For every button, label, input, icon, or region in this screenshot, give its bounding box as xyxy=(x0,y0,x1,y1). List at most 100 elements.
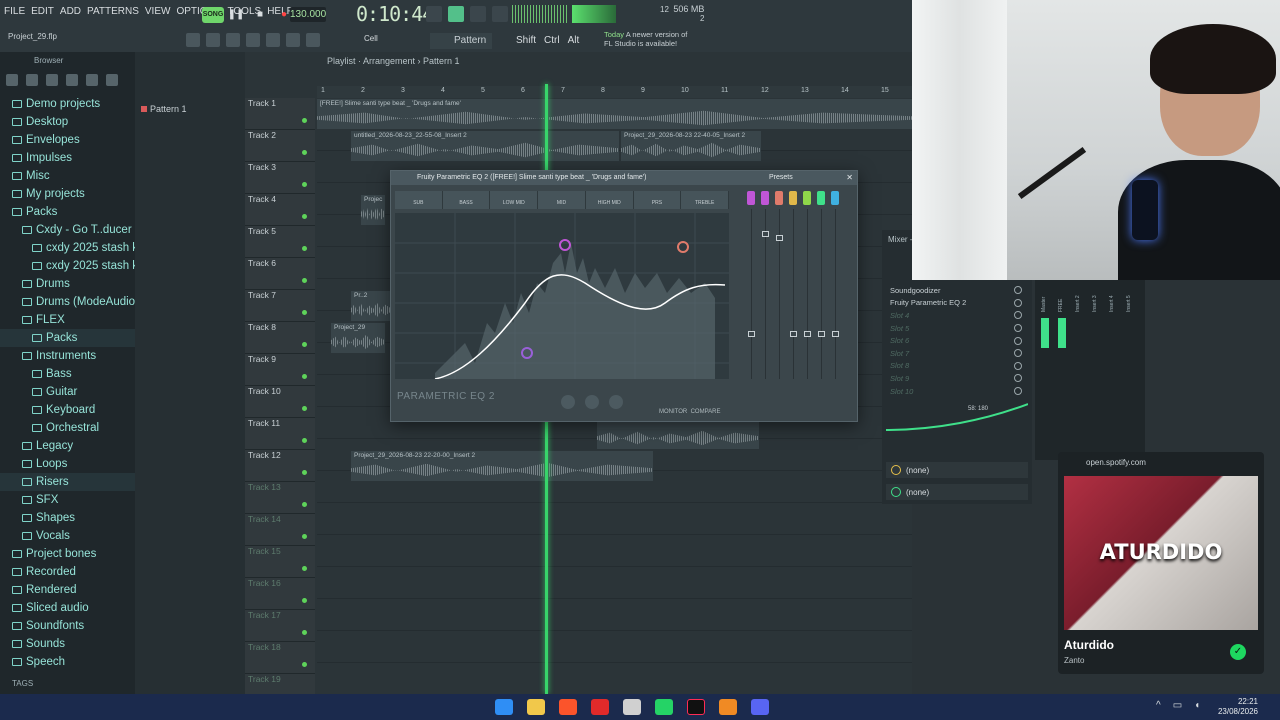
eq-band-fader[interactable] xyxy=(789,191,799,391)
menu-view[interactable]: VIEW xyxy=(145,6,171,17)
fader-handle[interactable] xyxy=(790,331,797,337)
fader-handle[interactable] xyxy=(762,231,769,237)
audio-clip[interactable]: untitled_2026-08-23_22-55-08_Insert 2 xyxy=(351,131,619,161)
track-artist[interactable]: Zanto xyxy=(1064,656,1084,665)
fader-handle[interactable] xyxy=(776,235,783,241)
browser-item[interactable]: Packs xyxy=(0,203,135,221)
browser-item[interactable]: cxdy 2025 stash kit xyxy=(0,257,135,275)
browser-star-icon[interactable] xyxy=(106,74,118,86)
audio-clip[interactable]: Projec xyxy=(361,195,385,225)
pause-icon[interactable]: ❚❚ xyxy=(228,6,245,22)
track-mute-led[interactable] xyxy=(302,246,307,251)
track-header[interactable]: Track 18 xyxy=(245,642,315,674)
browser-item[interactable]: Rendered xyxy=(0,581,135,599)
audio-clip[interactable]: Project_29_2026-08-23 22-40-05_Insert 2 xyxy=(621,131,761,161)
audio-clip[interactable]: Project_29 xyxy=(331,323,385,353)
compare-label[interactable]: COMPARE xyxy=(691,409,721,415)
track-header[interactable]: Track 13 xyxy=(245,482,315,514)
tiktok-icon[interactable] xyxy=(687,699,705,715)
browser-item[interactable]: cxdy 2025 stash kit xyxy=(0,239,135,257)
tempo-display[interactable]: 130.000 xyxy=(290,7,326,22)
piano-roll-icon[interactable] xyxy=(206,33,220,47)
system-clock[interactable]: 22:21 23/08/2026 xyxy=(1218,697,1258,717)
browser-cloud-icon[interactable] xyxy=(86,74,98,86)
eq-band-node[interactable] xyxy=(521,347,533,359)
slot-mix-knob[interactable] xyxy=(1014,336,1022,345)
track-header[interactable]: Track 1 xyxy=(245,98,315,130)
browser-item[interactable]: Legacy xyxy=(0,437,135,455)
track-mute-led[interactable] xyxy=(302,278,307,283)
effect-slot[interactable]: Slot 6 xyxy=(882,334,1032,347)
fader-handle[interactable] xyxy=(748,331,755,337)
browser-item[interactable]: Envelopes xyxy=(0,131,135,149)
saved-check-icon[interactable]: ✓ xyxy=(1230,644,1246,660)
shift-key[interactable]: Shift xyxy=(516,35,536,46)
eq-band-label[interactable]: HIGH MID xyxy=(585,191,634,209)
track-header[interactable]: Track 11 xyxy=(245,418,315,450)
track-header[interactable]: Track 17 xyxy=(245,610,315,642)
slot-mix-knob[interactable] xyxy=(1014,298,1022,307)
track-mute-led[interactable] xyxy=(302,150,307,155)
eq-link-icon[interactable] xyxy=(561,395,575,409)
track-header[interactable]: Track 5 xyxy=(245,226,315,258)
send-routing[interactable]: (none) xyxy=(886,462,1028,478)
track-mute-led[interactable] xyxy=(302,502,307,507)
eq-hq-icon[interactable] xyxy=(585,395,599,409)
track-mute-led[interactable] xyxy=(302,182,307,187)
countdown-icon[interactable] xyxy=(492,6,508,22)
menu-file[interactable]: FILE xyxy=(4,6,25,17)
stop-icon[interactable]: ■ xyxy=(252,6,268,22)
track-mute-led[interactable] xyxy=(302,438,307,443)
effect-slot[interactable]: Slot 8 xyxy=(882,360,1032,373)
track-mute-led[interactable] xyxy=(302,534,307,539)
mic-icon[interactable] xyxy=(306,33,320,47)
browser-item[interactable]: Speech xyxy=(0,653,135,671)
browser-item[interactable]: Sliced audio xyxy=(0,599,135,617)
eq-band-fader[interactable] xyxy=(775,191,785,391)
windows-start-icon[interactable] xyxy=(495,699,513,715)
track-mute-led[interactable] xyxy=(302,214,307,219)
browser-back-icon[interactable] xyxy=(46,74,58,86)
whatsapp-icon[interactable] xyxy=(655,699,673,715)
slot-mix-knob[interactable] xyxy=(1014,324,1022,333)
typing-keyboard-icon[interactable] xyxy=(426,6,442,22)
eq-graph[interactable] xyxy=(395,213,729,379)
network-icon[interactable]: ▭ xyxy=(1173,700,1182,711)
eq-band-fader[interactable] xyxy=(831,191,841,391)
song-mode-toggle[interactable]: SONG xyxy=(202,7,224,23)
eq-band-node[interactable] xyxy=(559,239,571,251)
close-icon[interactable]: ✕ xyxy=(846,173,853,182)
track-header[interactable]: Track 7 xyxy=(245,290,315,322)
browser-item[interactable]: Drums xyxy=(0,275,135,293)
fader-handle[interactable] xyxy=(818,331,825,337)
track-header[interactable]: Track 14 xyxy=(245,514,315,546)
browser-item[interactable]: Packs xyxy=(0,329,135,347)
track-mute-led[interactable] xyxy=(302,566,307,571)
mixer-icon[interactable] xyxy=(246,33,260,47)
effect-slot[interactable]: Slot 4 xyxy=(882,309,1032,322)
track-header[interactable]: Track 16 xyxy=(245,578,315,610)
spotify-url[interactable]: open.spotify.com xyxy=(1086,458,1146,467)
effect-slot[interactable]: Slot 9 xyxy=(882,372,1032,385)
browser-item[interactable]: Soundfonts xyxy=(0,617,135,635)
red-app-icon[interactable] xyxy=(591,699,609,715)
menu-add[interactable]: ADD xyxy=(60,6,81,17)
eq-band-node[interactable] xyxy=(677,241,689,253)
track-header[interactable]: Track 9 xyxy=(245,354,315,386)
browser-item[interactable]: Drums (ModeAudio) xyxy=(0,293,135,311)
track-mute-led[interactable] xyxy=(302,662,307,667)
browser-item[interactable]: Misc xyxy=(0,167,135,185)
browser-item[interactable]: SFX xyxy=(0,491,135,509)
effect-slot[interactable]: Fruity Parametric EQ 2 xyxy=(882,297,1032,310)
track-mute-led[interactable] xyxy=(302,406,307,411)
track-mute-led[interactable] xyxy=(302,470,307,475)
track-header[interactable]: Track 4 xyxy=(245,194,315,226)
mixer-strip[interactable]: Insert 2 xyxy=(1075,284,1087,454)
fader-handle[interactable] xyxy=(804,331,811,337)
eq-band-label[interactable]: BASS xyxy=(442,191,491,209)
slot-mix-knob[interactable] xyxy=(1014,311,1022,320)
eq-band-fader[interactable] xyxy=(803,191,813,391)
eq-band-label[interactable]: LOW MID xyxy=(490,191,539,209)
plugin-picker-icon[interactable] xyxy=(286,33,300,47)
browser-item[interactable]: Loops xyxy=(0,455,135,473)
